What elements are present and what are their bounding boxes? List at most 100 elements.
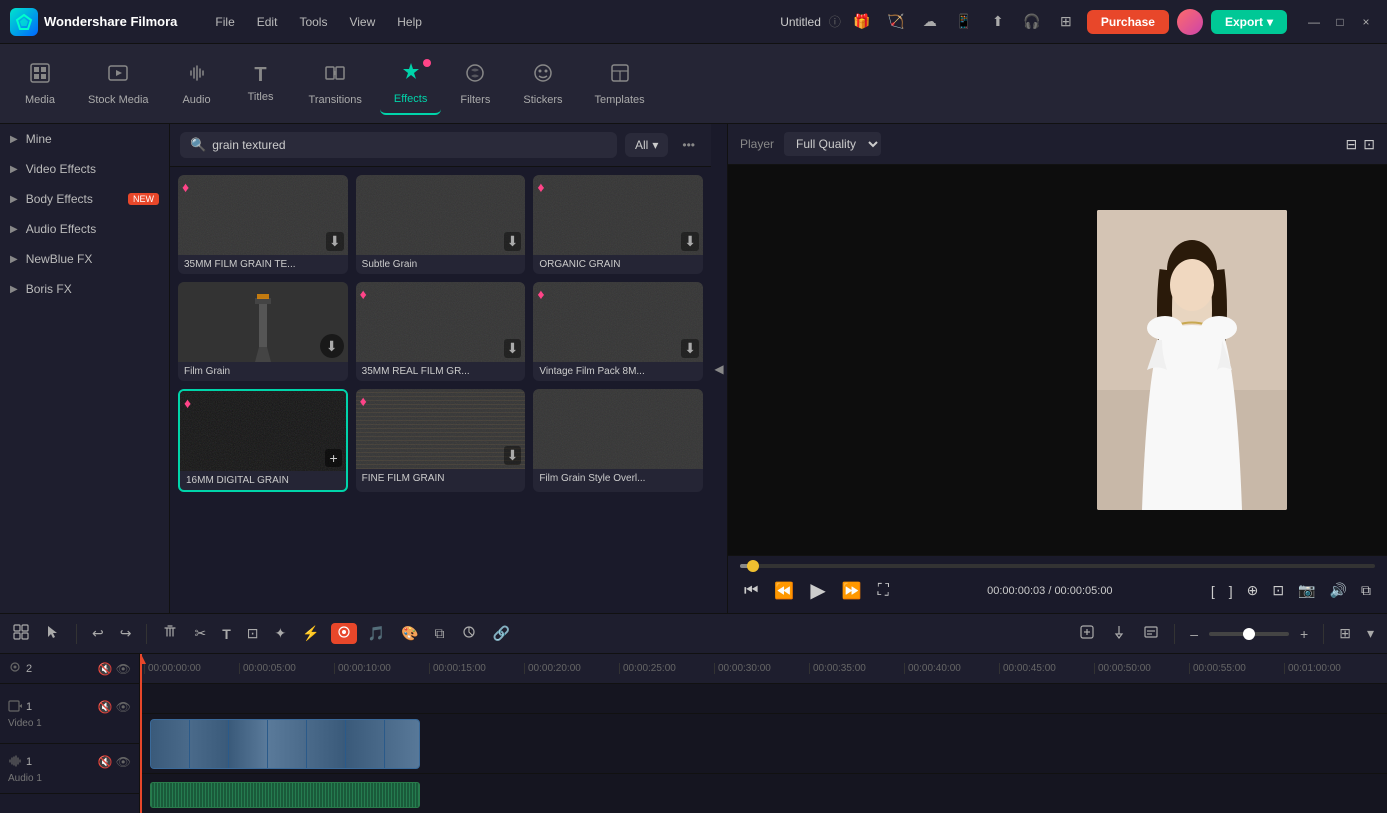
effect-card-16mm-digital[interactable]: ♦ + 16MM DIGITAL GRAIN — [178, 389, 348, 492]
timeline-pip-tl-btn[interactable]: ⧉ — [430, 622, 450, 645]
download-icon[interactable]: ⬇ — [504, 232, 522, 251]
timeline-cut-btn[interactable]: ✂ — [189, 622, 211, 645]
track-mute-btn-video-1[interactable]: 🔇 — [98, 700, 113, 714]
close-button[interactable]: × — [1355, 11, 1377, 33]
phone-icon-btn[interactable]: 📱 — [951, 9, 977, 35]
mark-out-button[interactable]: ] — [1225, 581, 1237, 601]
add-icon[interactable]: + — [325, 449, 341, 467]
timeline-stabilize-btn[interactable] — [331, 623, 357, 644]
search-filter-button[interactable]: All ▾ — [625, 133, 668, 157]
timeline-link-btn[interactable]: 🔗 — [488, 622, 515, 645]
toolbar-templates[interactable]: Templates — [580, 54, 658, 114]
toolbar-stickers[interactable]: Stickers — [509, 54, 576, 114]
volume-button[interactable]: 🔊 — [1326, 580, 1351, 601]
zoom-slider[interactable] — [1209, 632, 1289, 636]
quality-select[interactable]: Full Quality 1/2 1/4 — [784, 132, 881, 156]
zoom-thumb[interactable] — [1243, 628, 1255, 640]
timeline-color-btn[interactable]: 🎨 — [396, 622, 423, 645]
download-icon[interactable]: ⬇ — [681, 232, 699, 251]
track-mute-btn-audio-1[interactable]: 🔇 — [98, 755, 113, 769]
fullscreen-button[interactable]: ⛶ — [874, 580, 893, 602]
download-icon[interactable]: ⬇ — [504, 446, 522, 465]
timeline-subtitle-btn[interactable] — [1138, 621, 1164, 646]
timeline-zoom-out-btn[interactable]: – — [1185, 623, 1203, 645]
toolbar-titles[interactable]: T Titles — [231, 56, 291, 111]
more-options-button[interactable]: ••• — [676, 134, 701, 156]
menu-file[interactable]: File — [205, 11, 244, 33]
timeline-marker-btn[interactable] — [1106, 621, 1132, 646]
export-dropdown-arrow[interactable]: ▾ — [1267, 15, 1273, 29]
sidebar-item-boris-fx[interactable]: ▶ Boris FX — [0, 274, 169, 304]
timeline-zoom-in-btn[interactable]: + — [1295, 623, 1313, 645]
effect-card-fine-film-grain[interactable]: ♦ ⬇ FINE FILM GRAIN — [356, 389, 526, 492]
snapshot-button[interactable]: 📷 — [1294, 580, 1319, 601]
effect-card-film-grain[interactable]: ⬇ Film Grain — [178, 282, 348, 381]
download-icon[interactable]: ⬇ — [681, 339, 699, 358]
effect-card-35mm-real[interactable]: ♦ ⬇ 35MM REAL FILM GR... — [356, 282, 526, 381]
menu-tools[interactable]: Tools — [289, 11, 337, 33]
purchase-button[interactable]: Purchase — [1087, 10, 1169, 34]
maximize-button[interactable]: □ — [1329, 11, 1351, 33]
rewind-button[interactable]: ⏮ — [740, 580, 762, 602]
timeline-effects-btn[interactable]: ✦ — [270, 622, 292, 645]
progress-bar[interactable] — [740, 564, 1375, 568]
effect-card-vintage-film[interactable]: ♦ ⬇ Vintage Film Pack 8M... — [533, 282, 703, 381]
crop-ctrl-button[interactable]: ⊡ — [1268, 580, 1288, 601]
download-icon[interactable]: ⬇ — [504, 339, 522, 358]
timeline-speed-btn[interactable]: ⚡ — [297, 622, 324, 645]
timeline-undo-btn[interactable]: ↩ — [87, 622, 109, 645]
sidebar-item-newblue-fx[interactable]: ▶ NewBlue FX — [0, 244, 169, 274]
track-visibility-btn-video-1[interactable]: 👁 — [116, 700, 131, 714]
toolbar-effects[interactable]: Effects — [380, 53, 441, 115]
cloud-icon-btn[interactable]: ☁ — [917, 9, 943, 35]
audio-clip-1[interactable] — [150, 782, 420, 808]
minimize-button[interactable]: — — [1303, 11, 1325, 33]
timeline-right[interactable]: 00:00:00:00 00:00:05:00 00:00:10:00 00:0… — [140, 654, 1387, 813]
effect-card-35mm-grain-te[interactable]: ♦ ⬇ 35MM FILM GRAIN TE... — [178, 175, 348, 274]
sidebar-item-audio-effects[interactable]: ▶ Audio Effects — [0, 214, 169, 244]
toolbar-stock-media[interactable]: Stock Media — [74, 54, 163, 114]
search-input[interactable] — [212, 138, 607, 152]
effect-card-film-grain-style[interactable]: Film Grain Style Overl... — [533, 389, 703, 492]
effect-card-subtle-grain[interactable]: ⬇ Subtle Grain — [356, 175, 526, 274]
track-visibility-btn-audio-1[interactable]: 👁 — [116, 755, 131, 769]
sidebar-item-video-effects[interactable]: ▶ Video Effects — [0, 154, 169, 184]
sidebar-item-body-effects[interactable]: ▶ Body Effects NEW — [0, 184, 169, 214]
headset-icon-btn[interactable]: 🎧 — [1019, 9, 1045, 35]
timeline-audio-btn[interactable]: 🎵 — [363, 622, 390, 645]
timeline-settings-btn[interactable]: ▾ — [1362, 622, 1379, 645]
timeline-view-btn[interactable]: ⊞ — [1334, 622, 1356, 645]
timeline-scene-btn[interactable] — [8, 621, 34, 646]
split-view-icon[interactable]: ⊟ — [1346, 136, 1358, 153]
step-back-button[interactable]: ⏪ — [770, 579, 798, 603]
pip-button[interactable]: ⧉ — [1357, 580, 1375, 601]
timeline-text-btn[interactable]: T — [217, 623, 236, 645]
insert-button[interactable]: ⊕ — [1243, 580, 1263, 601]
track-mute-btn-2[interactable]: 🔇 — [98, 662, 113, 676]
toolbar-filters[interactable]: Filters — [445, 54, 505, 114]
toolbar-audio[interactable]: Audio — [167, 54, 227, 114]
timeline-delete-btn[interactable] — [157, 621, 183, 646]
export-button[interactable]: Export ▾ — [1211, 10, 1287, 34]
playhead[interactable] — [140, 654, 142, 813]
gift-icon-btn[interactable]: 🎁 — [849, 9, 875, 35]
effect-card-organic-grain[interactable]: ♦ ⬇ ORGANIC GRAIN — [533, 175, 703, 274]
step-forward-button[interactable]: ⏩ — [838, 579, 866, 603]
menu-edit[interactable]: Edit — [247, 11, 288, 33]
video-clip-1[interactable] — [150, 719, 420, 769]
collapse-panel-button[interactable]: ◀ — [711, 124, 727, 613]
timeline-redo-btn[interactable]: ↪ — [115, 622, 137, 645]
toolbar-media[interactable]: Media — [10, 54, 70, 114]
crop-icon[interactable]: ⊡ — [1363, 136, 1375, 153]
progress-thumb[interactable] — [747, 560, 759, 572]
menu-help[interactable]: Help — [387, 11, 432, 33]
download-icon[interactable]: ⬇ — [326, 232, 344, 251]
timeline-select-btn[interactable] — [40, 621, 66, 646]
toolbar-transitions[interactable]: Transitions — [295, 54, 376, 114]
menu-view[interactable]: View — [339, 11, 385, 33]
sidebar-item-mine[interactable]: ▶ Mine — [0, 124, 169, 154]
arrow-icon-btn[interactable]: 🏹 — [883, 9, 909, 35]
user-avatar[interactable] — [1177, 9, 1203, 35]
timeline-add-track-btn[interactable] — [1074, 621, 1100, 646]
timeline-crop-btn[interactable]: ⊡ — [242, 622, 264, 645]
